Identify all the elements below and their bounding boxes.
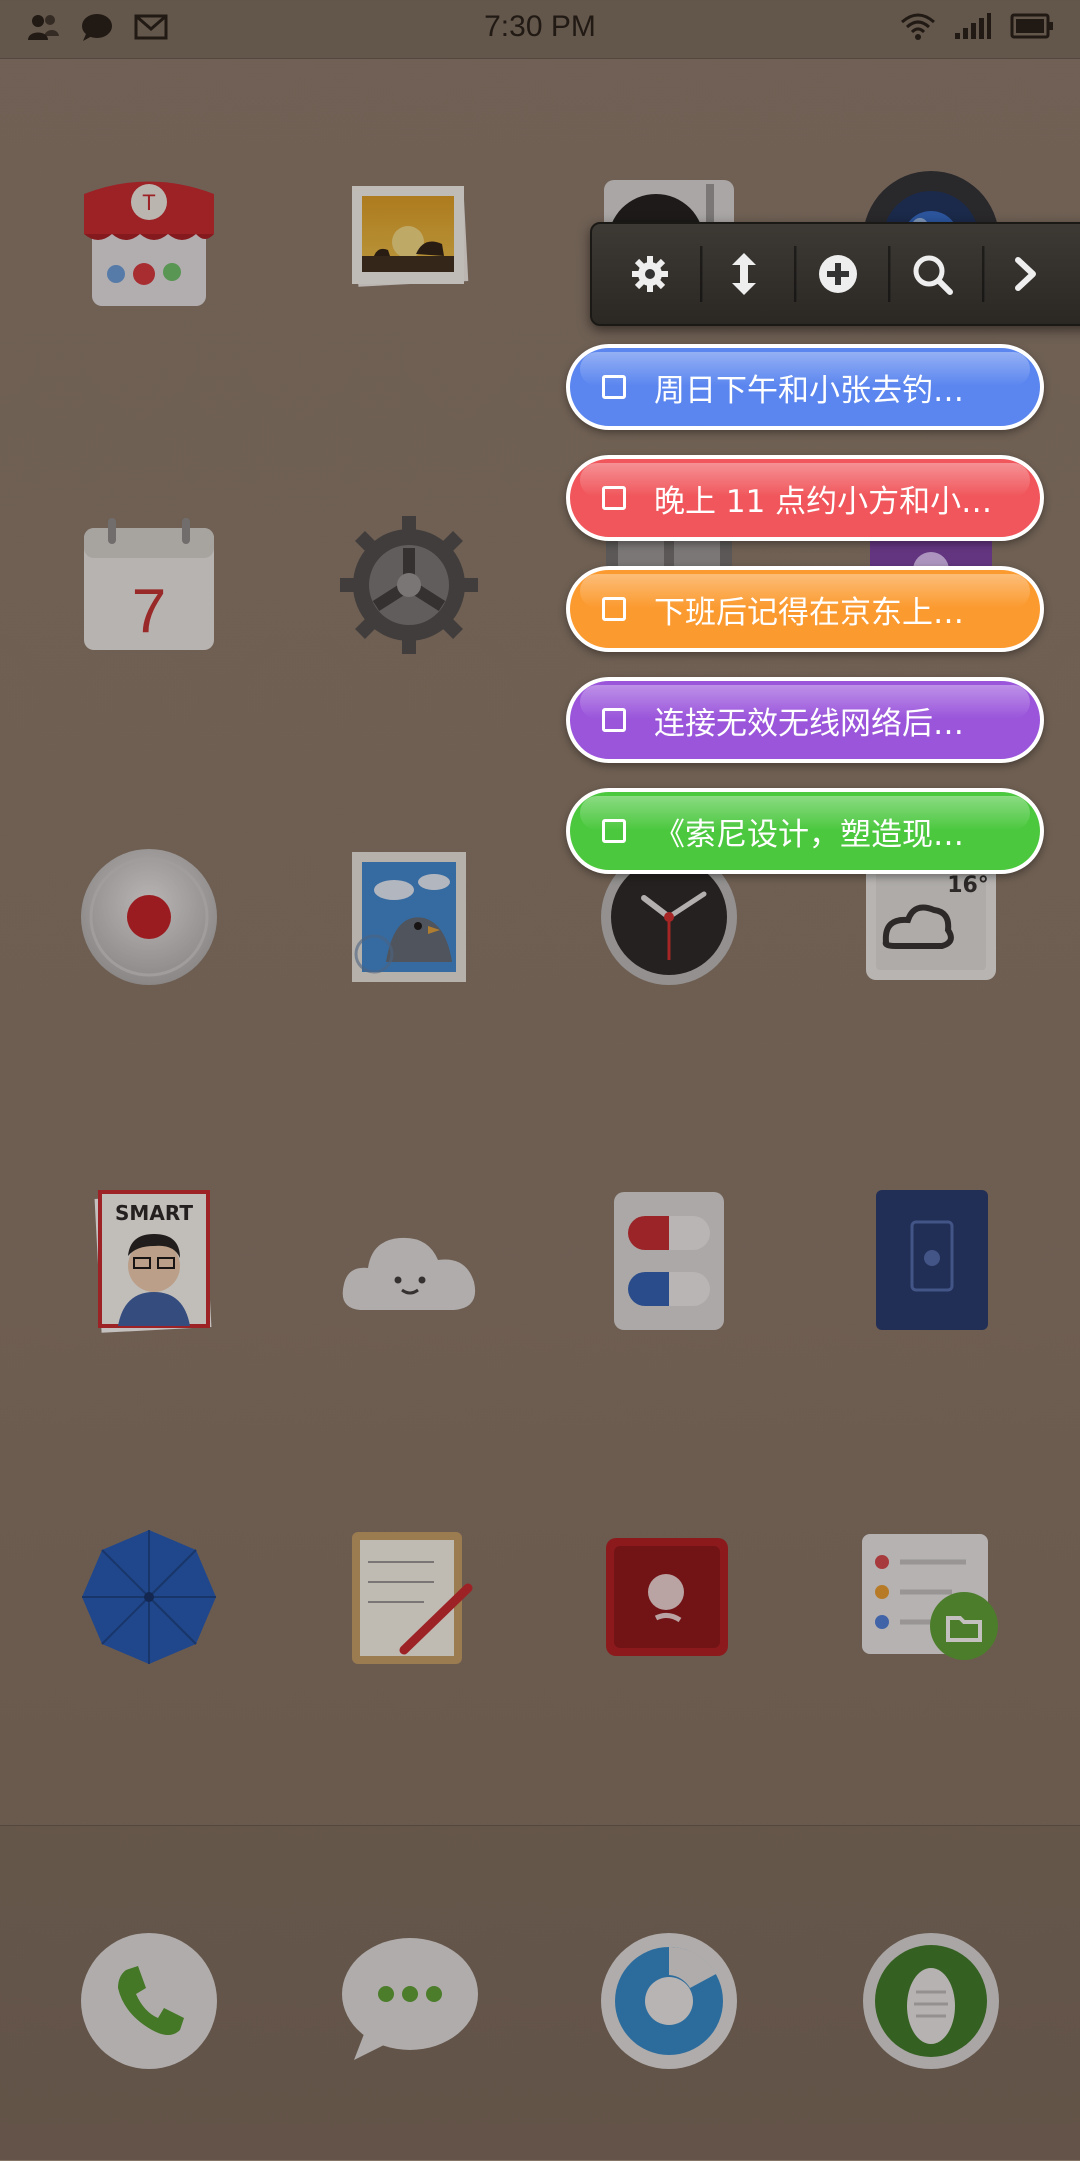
add-todo-button[interactable] (802, 238, 874, 310)
signal-icon (955, 13, 991, 39)
magazine-app-icon[interactable]: SMART (74, 1186, 224, 1336)
calendar-day-label: 7 (132, 577, 166, 646)
pill-app-icon[interactable] (594, 1186, 744, 1336)
app-store-icon[interactable]: T (74, 164, 224, 314)
browser-icon[interactable] (594, 1926, 744, 2076)
add-icon (819, 255, 857, 293)
status-bar: 7:30 PM (0, 0, 1080, 59)
settings-gear-icon[interactable] (334, 510, 484, 660)
todo-widget-toolbar (590, 222, 1080, 326)
todo-item[interactable]: 连接无效无线网络后… (566, 677, 1044, 763)
stamp-mail-icon[interactable] (334, 842, 484, 992)
todo-checkbox[interactable] (602, 375, 626, 399)
todo-checkbox[interactable] (602, 819, 626, 843)
todo-checkbox[interactable] (602, 486, 626, 510)
todo-checkbox[interactable] (602, 708, 626, 732)
calendar-icon[interactable]: 7 (74, 510, 224, 660)
todo-text: 《索尼设计，塑造现… (654, 816, 964, 853)
todo-text: 下班后记得在京东上… (654, 594, 964, 631)
ebook-app-icon[interactable] (856, 1186, 1006, 1336)
dock-bar (0, 1825, 1080, 2161)
todo-item[interactable]: 周日下午和小张去钓… (566, 344, 1044, 430)
chevron-right-icon (1015, 257, 1036, 291)
cloud-app-icon[interactable] (334, 1186, 484, 1336)
todo-item[interactable]: 《索尼设计，塑造现… (566, 788, 1044, 874)
fitness-app-icon[interactable] (856, 1926, 1006, 2076)
photo-gallery-icon[interactable] (334, 164, 484, 314)
todo-text: 连接无效无线网络后… (654, 705, 964, 742)
messages-icon[interactable] (334, 1926, 484, 2076)
flashlight-app-icon[interactable] (594, 1522, 744, 1672)
notes-app-icon[interactable] (334, 1522, 484, 1672)
next-page-button[interactable] (990, 238, 1062, 310)
resize-button[interactable] (708, 238, 780, 310)
search-button[interactable] (896, 238, 968, 310)
settings-button[interactable] (614, 238, 686, 310)
todo-checkbox[interactable] (602, 597, 626, 621)
reminders-folder-icon[interactable] (856, 1522, 1006, 1672)
search-icon (913, 255, 953, 295)
todo-item[interactable]: 晚上 11 点约小方和小… (566, 455, 1044, 541)
svg-text:T: T (142, 190, 155, 215)
battery-icon (1010, 13, 1053, 39)
magazine-title: SMART (115, 1201, 193, 1225)
voice-recorder-icon[interactable] (74, 842, 224, 992)
todo-text: 周日下午和小张去钓… (654, 372, 964, 409)
todo-item[interactable]: 下班后记得在京东上… (566, 566, 1044, 652)
vertical-resize-icon (732, 253, 756, 295)
umbrella-app-icon[interactable] (74, 1522, 224, 1672)
wifi-icon (901, 13, 935, 40)
gear-icon (632, 256, 668, 292)
todo-text: 晚上 11 点约小方和小… (654, 483, 993, 520)
weather-temp-label: 16° (947, 873, 989, 898)
phone-icon[interactable] (74, 1926, 224, 2076)
